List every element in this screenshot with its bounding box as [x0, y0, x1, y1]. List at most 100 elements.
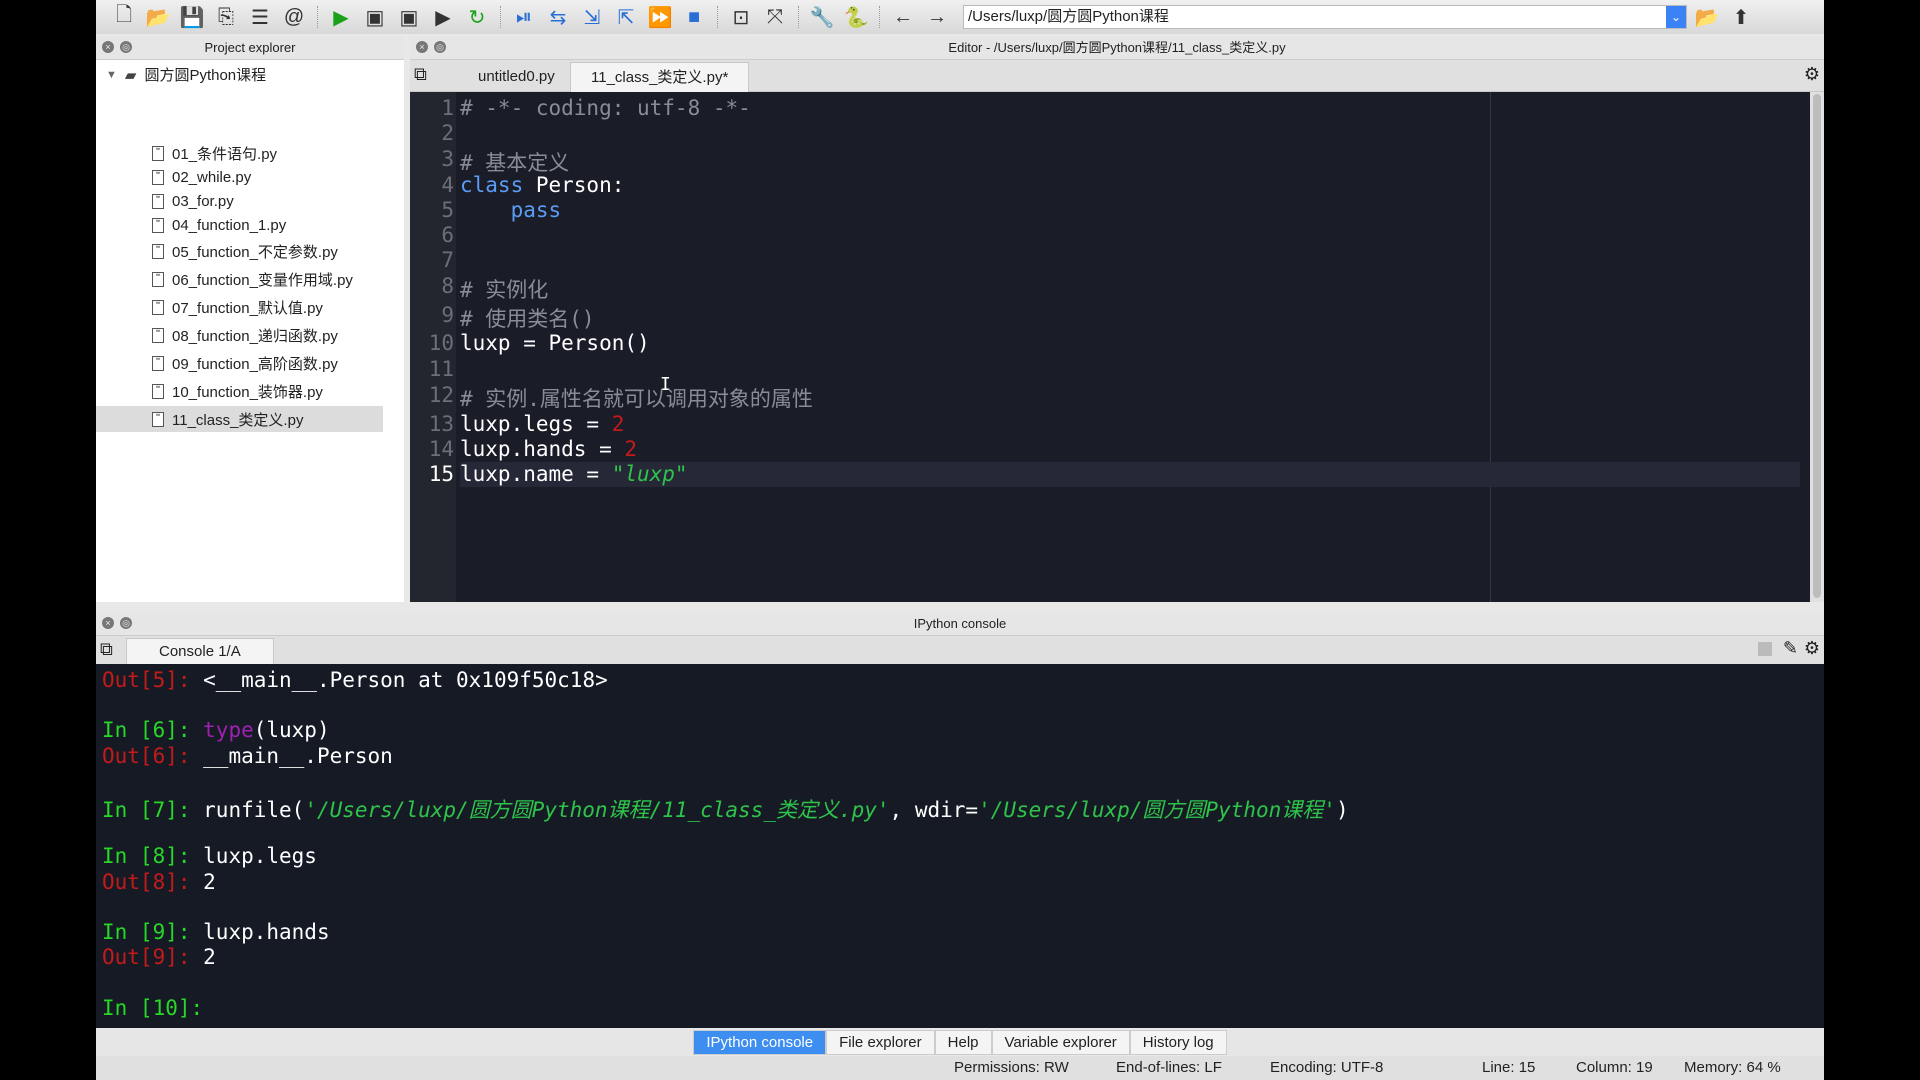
console-token-in: In [6]: [102, 718, 204, 743]
file-item[interactable]: ≡ 09_function_高阶函数.py [152, 350, 432, 376]
line-number: 5 [441, 198, 454, 222]
browse-tabs-icon[interactable]: ⧉ [100, 639, 113, 660]
working-directory-input[interactable]: /Users/luxp/圆方圆Python课程 ⌄ [963, 5, 1687, 29]
expand-arrow-icon[interactable]: ▼ [106, 69, 117, 81]
editor-scrollbar[interactable] [1810, 92, 1824, 602]
undock-pane-icon[interactable]: ◎ [120, 617, 132, 629]
console-token-out: Out[9]: [102, 945, 204, 970]
console-token-plain: (luxp) [253, 718, 330, 743]
browse-tabs-icon[interactable]: ⧉ [414, 64, 427, 85]
stop-kernel-icon[interactable] [1758, 642, 1772, 656]
code-line: luxp.name = "luxp" [460, 462, 1800, 487]
save-icon[interactable]: 💾 [178, 4, 206, 30]
step-into-icon[interactable]: ⇲ [578, 4, 606, 30]
step-icon[interactable]: ⇆ [544, 4, 572, 30]
code-line: # 实例化 [460, 274, 1800, 302]
fullscreen-icon[interactable]: ⤧ [761, 4, 789, 30]
code-line: class Person: [460, 173, 1800, 198]
step-return-icon[interactable]: ⇱ [612, 4, 640, 30]
tab-11-class[interactable]: 11_class_类定义.py* [570, 62, 750, 92]
file-icon: ≡ [152, 192, 164, 209]
console-line: Out[6]: __main__.Person [102, 744, 393, 768]
stop-icon[interactable]: ■ [680, 4, 708, 30]
bottom-tab-help[interactable]: Help [934, 1030, 992, 1055]
code-line: # 基本定义 [460, 147, 1800, 175]
console-token-in: In [8]: [102, 844, 204, 869]
maximize-pane-icon[interactable]: ⊡ [727, 4, 755, 30]
toolbar-separator [879, 6, 880, 28]
debug-icon[interactable]: ⏯ [510, 4, 538, 30]
file-icon: ≡ [152, 242, 164, 259]
gear-icon[interactable]: ⚙ [1804, 638, 1820, 659]
pencil-icon[interactable]: ✎ [1783, 638, 1798, 659]
open-folder-icon[interactable]: 📂 [144, 4, 172, 30]
console-token-in: In [7]: [102, 798, 204, 822]
file-item[interactable]: ≡ 06_function_变量作用域.py [152, 266, 432, 292]
python-icon[interactable]: 🐍 [842, 4, 870, 30]
console-line: Out[5]: <__main__.Person at 0x109f50c18> [102, 668, 608, 692]
continue-icon[interactable]: ⏩ [646, 4, 674, 30]
file-item[interactable]: ≡ 04_function_1.py [152, 212, 432, 238]
file-item[interactable]: ≡ 11_class_类定义.py [96, 406, 383, 432]
file-item[interactable]: ≡ 02_while.py [152, 164, 432, 190]
bottom-pane-tabs: IPython console File explorer Help Variable… [96, 1030, 1824, 1055]
code-line: luxp.hands = 2 [460, 437, 1800, 462]
chevron-down-icon[interactable]: ⌄ [1666, 6, 1686, 28]
bottom-tab-ipython-console[interactable]: IPython console [693, 1030, 827, 1055]
console-token-out: Out[5]: [102, 668, 204, 692]
run-cell-advance-icon[interactable]: ▣ [395, 4, 423, 30]
code-token-keyword: class [460, 173, 524, 197]
file-item[interactable]: ≡ 03_for.py [152, 188, 432, 214]
console-header: × ◎ IPython console [96, 612, 1824, 636]
bottom-tab-file-explorer[interactable]: File explorer [826, 1030, 935, 1055]
folder-icon: ▰ [124, 66, 137, 84]
file-item[interactable]: ≡ 05_function_不定参数.py [152, 238, 432, 264]
line-number: 8 [441, 274, 454, 298]
file-item[interactable]: ≡ 10_function_装饰器.py [152, 378, 432, 404]
console-token-plain: ) [1335, 798, 1349, 822]
undock-pane-icon[interactable]: ◎ [434, 41, 446, 53]
line-number: 7 [441, 248, 454, 272]
file-icon: ≡ [152, 216, 164, 233]
at-icon[interactable]: @ [280, 4, 308, 30]
code-area[interactable]: I 1 # -*- coding: utf-8 -*- 2 3 # 基本定义 4 class… [410, 92, 1810, 602]
code-line: # -*- coding: utf-8 -*- [460, 96, 1800, 121]
console-token-out: Out[8]: [102, 869, 204, 894]
run-selection-icon[interactable]: ▶ [429, 4, 457, 30]
tab-untitled0[interactable]: untitled0.py [458, 62, 575, 92]
ipython-console[interactable]: Out[5]: <__main__.Person at 0x109f50c18>… [96, 664, 1824, 1028]
code-token-comment: # 实例.属性名就可以调用对象的属性 [460, 387, 813, 411]
run-cell-icon[interactable]: ▣ [361, 4, 389, 30]
save-all-icon[interactable]: ⎘ [212, 4, 240, 30]
back-arrow-icon[interactable]: ← [889, 4, 917, 30]
bottom-tab-variable-explorer[interactable]: Variable explorer [991, 1030, 1130, 1055]
forward-arrow-icon[interactable]: → [923, 4, 951, 30]
rerun-icon[interactable]: ↻ [463, 4, 491, 30]
outline-icon[interactable]: ☰ [246, 4, 274, 30]
code-token-plain: luxp.hands = [460, 437, 625, 461]
tree-root-folder[interactable]: ▼ ▰ 圆方圆Python课程 [106, 64, 266, 85]
run-icon[interactable]: ▶ [327, 4, 355, 30]
file-item[interactable]: ≡ 08_function_递归函数.py [152, 322, 432, 348]
new-file-icon[interactable]: 🗋 [110, 4, 138, 30]
close-pane-icon[interactable]: × [102, 617, 114, 629]
line-number: 13 [428, 412, 454, 436]
undock-pane-icon[interactable]: ◎ [120, 41, 132, 53]
console-token-plain: <__main__.Person at 0x109f50c18> [203, 668, 608, 692]
open-folder-icon[interactable]: 📂 [1693, 4, 1721, 30]
file-item[interactable]: ≡ 07_function_默认值.py [152, 294, 432, 320]
file-item[interactable]: ≡ 01_条件语句.py [152, 140, 432, 166]
tab-console-1a[interactable]: Console 1/A [126, 638, 274, 664]
line-number: 11 [428, 357, 454, 381]
close-pane-icon[interactable]: × [102, 41, 114, 53]
close-pane-icon[interactable]: × [416, 41, 428, 53]
bottom-tab-history-log[interactable]: History log [1129, 1030, 1227, 1055]
gear-icon[interactable]: ⚙ [1804, 64, 1820, 85]
parent-directory-icon[interactable]: ⬆ [1727, 4, 1755, 30]
toolbar-separator [500, 6, 501, 28]
wrench-icon[interactable]: 🔧 [808, 4, 836, 30]
code-line: pass [460, 198, 1800, 223]
status-permissions: Permissions: RW [954, 1059, 1069, 1076]
line-number: 10 [428, 331, 454, 355]
